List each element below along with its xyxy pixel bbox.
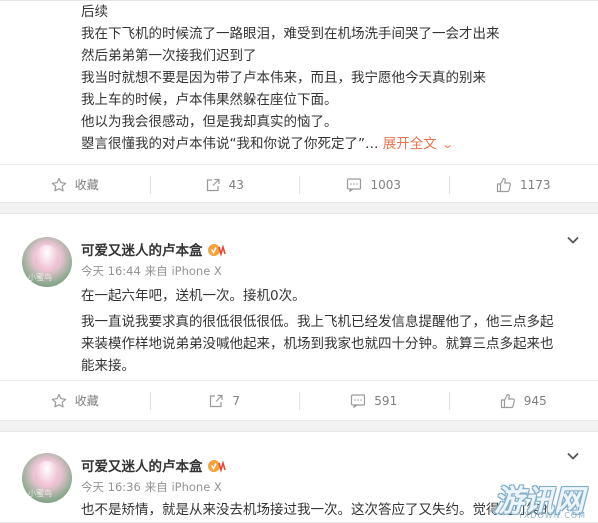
chevron-down-icon[interactable] (566, 451, 580, 461)
repost-count: 43 (228, 177, 244, 192)
username-row: 可爱又迷人的卢本盒 (81, 455, 227, 475)
post-text-line-content: 曌言很懂我的对卢本伟说“我和你说了你死定了”… (81, 136, 379, 152)
post-text-line: 后续 (81, 4, 108, 20)
repost-icon (210, 394, 224, 407)
action-bar: 收藏 43 1003 1173 (0, 164, 598, 204)
expand-label[interactable]: 展开全文 (383, 136, 437, 152)
expand-full-text-link[interactable]: 展开全文 ⌄ (383, 136, 454, 152)
favorite-button[interactable]: 收藏 (0, 165, 150, 204)
like-icon (496, 177, 511, 192)
post-text-line: 我当时就想不要是因为带了卢本伟来，而且，我宁愿他今天真的别来 (81, 70, 486, 86)
favorite-button[interactable]: 收藏 (0, 381, 150, 420)
post-time[interactable]: 今天 16:44 (81, 264, 141, 278)
comment-icon (347, 177, 362, 192)
post-text-line: 然后弟弟第一次接我们迟到了 (81, 48, 257, 64)
avatar[interactable]: 小蜜鸟 (22, 237, 72, 287)
weibo-post-card: 小蜜鸟 可爱又迷人的卢本盒 今天 16:44 来自 iPhone X 在一起六年吧… (0, 213, 598, 421)
chevron-down-icon[interactable] (566, 235, 580, 245)
like-button[interactable]: 945 (448, 381, 598, 420)
lotus-image (35, 245, 59, 271)
chevron-down-icon: ⌄ (440, 138, 454, 151)
post-meta: 今天 16:44 来自 iPhone X (81, 263, 222, 279)
weibo-post-card: 后续 我在下飞机的时候流了一路眼泪，难受到在机场洗手间哭了一会才出来 然后弟弟第… (0, 0, 598, 203)
post-text-line: 来装模作样地说弟弟没喊他起来，机场到我家也就四十分钟。就算三点多起来也 (81, 336, 554, 352)
favorite-icon (51, 177, 66, 191)
username[interactable]: 可爱又迷人的卢本盒 (81, 243, 203, 259)
post-text-line: 在一起六年吧，送机一次。接机0次。 (81, 288, 306, 304)
repost-count: 7 (232, 393, 241, 408)
comment-icon (351, 393, 366, 408)
comment-button[interactable]: 1003 (299, 165, 449, 204)
post-text-line: 曌言很懂我的对卢本伟说“我和你说了你死定了”… 展开全文 ⌄ (81, 133, 580, 156)
post-text-line: 我在下飞机的时候流了一路眼泪，难受到在机场洗手间哭了一会才出来 (81, 26, 500, 42)
weibo-post-card: 小蜜鸟 可爱又迷人的卢本盒 今天 16:36 来自 iPhone X 也不是矫情，… (0, 431, 598, 523)
favorite-label: 收藏 (74, 178, 99, 192)
like-button[interactable]: 1173 (448, 165, 598, 204)
post-text-line: 我一直说我要求真的很低很低很低。我上飞机已经发信息提醒他了，他三点多起 (81, 314, 554, 330)
watermark-domain: YXDOWN.COM (517, 511, 586, 520)
like-count: 1173 (519, 177, 551, 192)
avatar-watermark: 小蜜鸟 (28, 273, 52, 282)
avatar[interactable]: 小蜜鸟 (22, 453, 72, 503)
vip-icon[interactable] (207, 243, 227, 257)
username-row: 可爱又迷人的卢本盒 (81, 239, 227, 259)
lotus-image (35, 461, 59, 487)
post-text-line: 能来接。 (81, 358, 135, 374)
vip-icon[interactable] (207, 459, 227, 473)
post-source: 来自 iPhone X (144, 480, 222, 494)
post-text-line: 他以为我会很感动，但是我却真实的恼了。 (81, 114, 338, 130)
favorite-icon (51, 393, 66, 407)
post-text-line: 我上车的时候，卢本伟果然躲在座位下面。 (81, 92, 338, 108)
post-text: 在一起六年吧，送机一次。接机0次。 我一直说我要求真的很低很低很低。我上飞机已经… (81, 285, 580, 377)
avatar-watermark: 小蜜鸟 (28, 489, 52, 498)
repost-icon (206, 178, 220, 191)
favorite-label: 收藏 (74, 394, 99, 408)
post-text: 后续 我在下飞机的时候流了一路眼泪，难受到在机场洗手间哭了一会才出来 然后弟弟第… (81, 1, 580, 156)
post-time[interactable]: 今天 16:36 (81, 480, 141, 494)
action-bar: 收藏 7 591 945 (0, 380, 598, 420)
comment-count: 591 (374, 393, 398, 408)
comment-count: 1003 (370, 177, 402, 192)
site-watermark: 游讯网 YXDOWN.COM (482, 476, 590, 520)
username[interactable]: 可爱又迷人的卢本盒 (81, 459, 203, 475)
like-count: 945 (523, 393, 547, 408)
repost-button[interactable]: 43 (149, 165, 300, 204)
like-icon (500, 393, 515, 408)
repost-button[interactable]: 7 (149, 381, 300, 420)
post-source: 来自 iPhone X (144, 264, 222, 278)
comment-button[interactable]: 591 (299, 381, 449, 420)
post-meta: 今天 16:36 来自 iPhone X (81, 479, 222, 495)
